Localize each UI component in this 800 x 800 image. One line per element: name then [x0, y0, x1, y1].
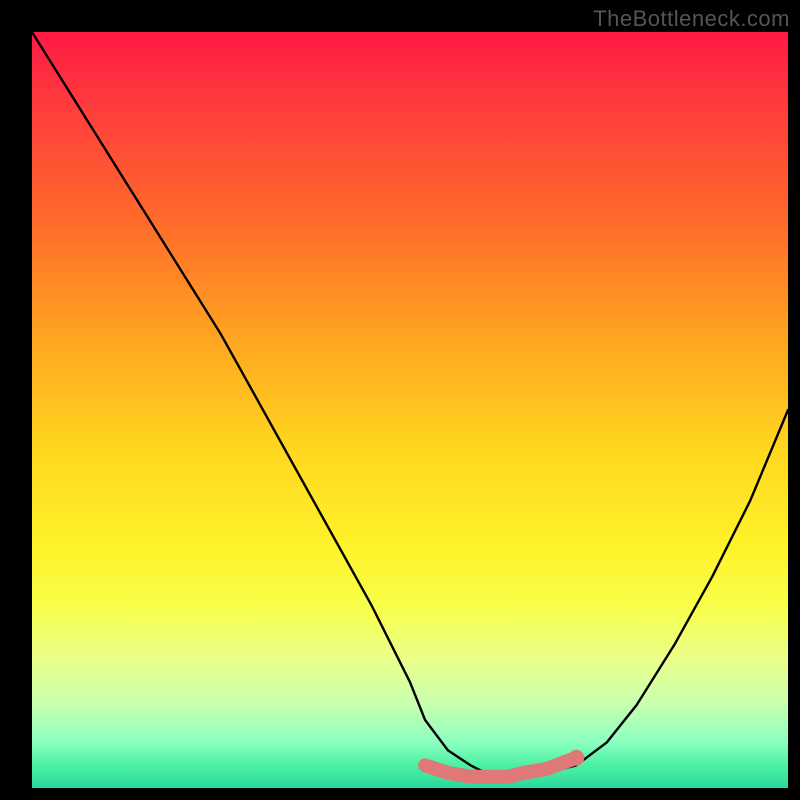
bottom-highlight-curve — [425, 758, 576, 777]
chart-svg — [32, 32, 788, 788]
chart-frame: TheBottleneck.com — [0, 0, 800, 800]
watermark-text: TheBottleneck.com — [593, 6, 790, 32]
highlight-endpoint-dot — [568, 750, 584, 766]
bottleneck-curve — [32, 32, 788, 777]
